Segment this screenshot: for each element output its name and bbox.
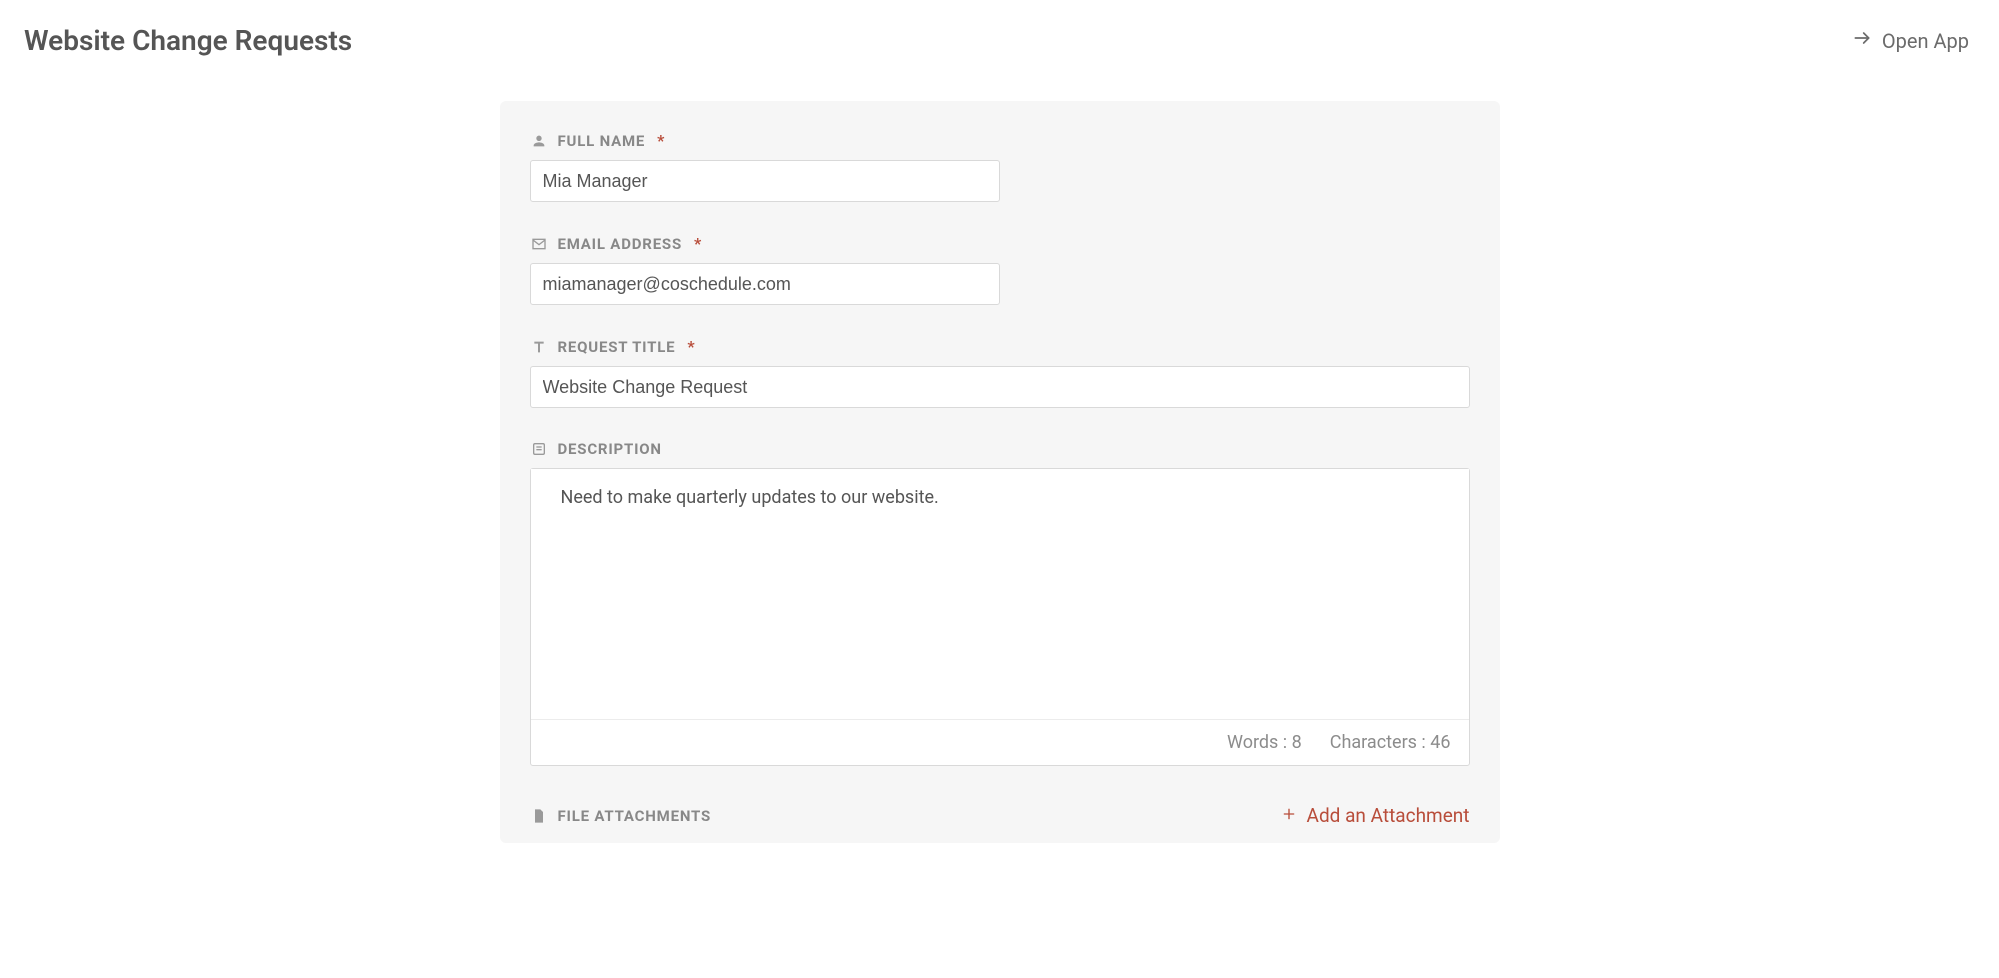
plus-icon xyxy=(1281,804,1297,827)
file-icon xyxy=(530,807,548,825)
note-icon xyxy=(530,440,548,458)
description-box: Words : 8 Characters : 46 xyxy=(530,468,1470,766)
full-name-label-row: FULL NAME * xyxy=(530,131,1470,150)
required-indicator: * xyxy=(687,337,694,356)
add-attachment-label: Add an Attachment xyxy=(1307,804,1470,827)
open-app-button[interactable]: Open App xyxy=(1852,28,1969,53)
description-label: DESCRIPTION xyxy=(558,440,662,458)
page-title: Website Change Requests xyxy=(24,24,352,57)
full-name-input[interactable] xyxy=(530,160,1000,202)
email-label: EMAIL ADDRESS xyxy=(558,235,683,253)
add-attachment-button[interactable]: Add an Attachment xyxy=(1281,804,1470,827)
full-name-label: FULL NAME xyxy=(558,132,646,150)
description-counter-row: Words : 8 Characters : 46 xyxy=(531,719,1469,765)
description-field: DESCRIPTION Words : 8 Characters : 46 xyxy=(530,440,1470,766)
text-icon xyxy=(530,338,548,356)
file-attachments-label: FILE ATTACHMENTS xyxy=(558,807,712,825)
email-input[interactable] xyxy=(530,263,1000,305)
char-count: Characters : 46 xyxy=(1330,732,1451,753)
email-field: EMAIL ADDRESS * xyxy=(530,234,1470,305)
description-label-row: DESCRIPTION xyxy=(530,440,1470,458)
request-title-field: REQUEST TITLE * xyxy=(530,337,1470,408)
word-count: Words : 8 xyxy=(1227,732,1302,753)
arrow-right-icon xyxy=(1852,28,1872,53)
file-attachments-label-row: FILE ATTACHMENTS xyxy=(530,807,712,825)
mail-icon xyxy=(530,235,548,253)
page-header: Website Change Requests Open App xyxy=(0,0,1999,81)
email-label-row: EMAIL ADDRESS * xyxy=(530,234,1470,253)
open-app-label: Open App xyxy=(1882,29,1969,53)
required-indicator: * xyxy=(694,234,701,253)
person-icon xyxy=(530,132,548,150)
description-textarea[interactable] xyxy=(531,469,1469,719)
full-name-field: FULL NAME * xyxy=(530,131,1470,202)
request-title-input[interactable] xyxy=(530,366,1470,408)
required-indicator: * xyxy=(657,131,664,150)
file-attachments-row: FILE ATTACHMENTS Add an Attachment xyxy=(530,798,1470,833)
request-title-label-row: REQUEST TITLE * xyxy=(530,337,1470,356)
request-title-label: REQUEST TITLE xyxy=(558,338,676,356)
request-form-card: FULL NAME * EMAIL ADDRESS * REQUEST TITL… xyxy=(500,101,1500,843)
